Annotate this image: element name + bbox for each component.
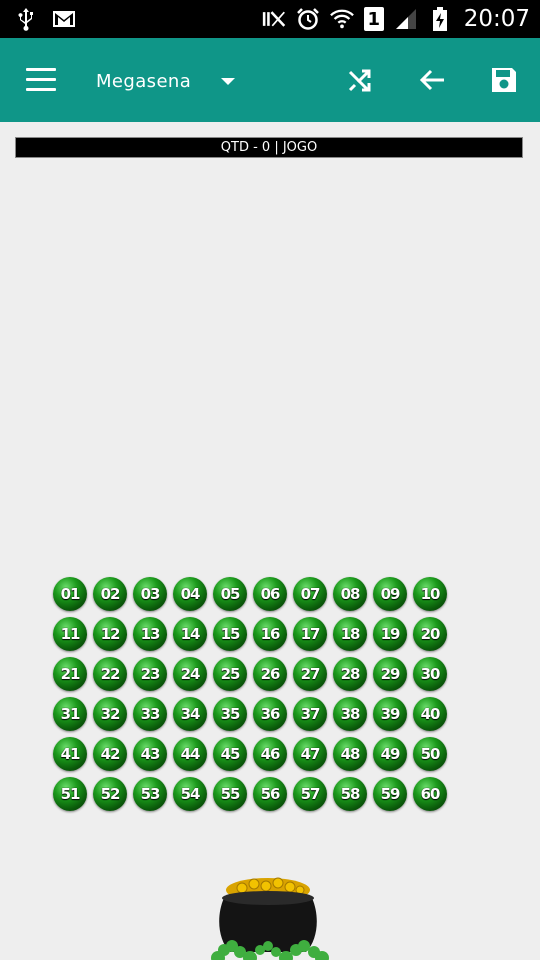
alarm-icon <box>296 7 320 31</box>
number-ball-32[interactable]: 32 <box>93 697 127 731</box>
number-ball-23[interactable]: 23 <box>133 657 167 691</box>
number-ball-12[interactable]: 12 <box>93 617 127 651</box>
signal-icon <box>394 7 418 31</box>
number-ball-40[interactable]: 40 <box>413 697 447 731</box>
lottery-type-label: Megasena <box>96 70 192 92</box>
caret-down-icon <box>221 77 236 85</box>
number-ball-07[interactable]: 07 <box>293 577 327 611</box>
battery-charging-icon <box>428 7 452 31</box>
number-ball-42[interactable]: 42 <box>93 737 127 771</box>
number-ball-43[interactable]: 43 <box>133 737 167 771</box>
shuffle-icon[interactable] <box>344 64 376 96</box>
number-ball-21[interactable]: 21 <box>53 657 87 691</box>
number-ball-47[interactable]: 47 <box>293 737 327 771</box>
number-ball-01[interactable]: 01 <box>53 577 87 611</box>
selected-count-bar: QTD - 0 | JOGO <box>15 137 523 158</box>
gmail-icon <box>52 7 76 31</box>
number-ball-54[interactable]: 54 <box>173 777 207 811</box>
number-ball-58[interactable]: 58 <box>333 777 367 811</box>
mute-icon <box>262 7 286 31</box>
number-ball-48[interactable]: 48 <box>333 737 367 771</box>
status-bar: 1 20:07 <box>0 0 540 38</box>
number-ball-34[interactable]: 34 <box>173 697 207 731</box>
number-ball-37[interactable]: 37 <box>293 697 327 731</box>
menu-icon[interactable] <box>26 68 56 92</box>
number-ball-08[interactable]: 08 <box>333 577 367 611</box>
save-icon[interactable] <box>488 64 520 96</box>
number-ball-46[interactable]: 46 <box>253 737 287 771</box>
number-ball-56[interactable]: 56 <box>253 777 287 811</box>
number-ball-14[interactable]: 14 <box>173 617 207 651</box>
number-ball-24[interactable]: 24 <box>173 657 207 691</box>
number-ball-52[interactable]: 52 <box>93 777 127 811</box>
number-ball-09[interactable]: 09 <box>373 577 407 611</box>
number-ball-36[interactable]: 36 <box>253 697 287 731</box>
number-ball-20[interactable]: 20 <box>413 617 447 651</box>
number-ball-30[interactable]: 30 <box>413 657 447 691</box>
wifi-icon <box>329 7 354 31</box>
number-ball-55[interactable]: 55 <box>213 777 247 811</box>
number-ball-02[interactable]: 02 <box>93 577 127 611</box>
number-ball-19[interactable]: 19 <box>373 617 407 651</box>
clock-time: 20:07 <box>463 6 530 32</box>
number-ball-60[interactable]: 60 <box>413 777 447 811</box>
pot-of-gold-image <box>211 877 329 960</box>
number-ball-06[interactable]: 06 <box>253 577 287 611</box>
number-ball-57[interactable]: 57 <box>293 777 327 811</box>
number-ball-22[interactable]: 22 <box>93 657 127 691</box>
number-ball-44[interactable]: 44 <box>173 737 207 771</box>
number-ball-29[interactable]: 29 <box>373 657 407 691</box>
number-ball-41[interactable]: 41 <box>53 737 87 771</box>
number-ball-28[interactable]: 28 <box>333 657 367 691</box>
number-ball-04[interactable]: 04 <box>173 577 207 611</box>
number-ball-10[interactable]: 10 <box>413 577 447 611</box>
number-ball-13[interactable]: 13 <box>133 617 167 651</box>
number-ball-15[interactable]: 15 <box>213 617 247 651</box>
number-ball-51[interactable]: 51 <box>53 777 87 811</box>
number-ball-18[interactable]: 18 <box>333 617 367 651</box>
number-ball-33[interactable]: 33 <box>133 697 167 731</box>
number-ball-05[interactable]: 05 <box>213 577 247 611</box>
app-bar: Megasena <box>0 38 540 122</box>
number-ball-53[interactable]: 53 <box>133 777 167 811</box>
number-ball-49[interactable]: 49 <box>373 737 407 771</box>
number-ball-16[interactable]: 16 <box>253 617 287 651</box>
number-ball-11[interactable]: 11 <box>53 617 87 651</box>
back-arrow-icon[interactable] <box>416 64 448 96</box>
number-ball-39[interactable]: 39 <box>373 697 407 731</box>
sim-icon: 1 <box>363 7 384 31</box>
number-ball-50[interactable]: 50 <box>413 737 447 771</box>
number-ball-25[interactable]: 25 <box>213 657 247 691</box>
number-ball-38[interactable]: 38 <box>333 697 367 731</box>
number-ball-45[interactable]: 45 <box>213 737 247 771</box>
number-grid: 01 02 03 04 05 06 07 08 09 10 11 12 13 14 15 16 17 18 19 20… <box>53 577 447 811</box>
number-ball-26[interactable]: 26 <box>253 657 287 691</box>
number-ball-03[interactable]: 03 <box>133 577 167 611</box>
number-ball-17[interactable]: 17 <box>293 617 327 651</box>
number-ball-59[interactable]: 59 <box>373 777 407 811</box>
number-ball-27[interactable]: 27 <box>293 657 327 691</box>
number-ball-31[interactable]: 31 <box>53 697 87 731</box>
usb-icon <box>14 7 38 31</box>
lottery-type-dropdown[interactable]: Megasena <box>96 66 236 96</box>
sim-label: 1 <box>367 8 380 30</box>
number-ball-35[interactable]: 35 <box>213 697 247 731</box>
